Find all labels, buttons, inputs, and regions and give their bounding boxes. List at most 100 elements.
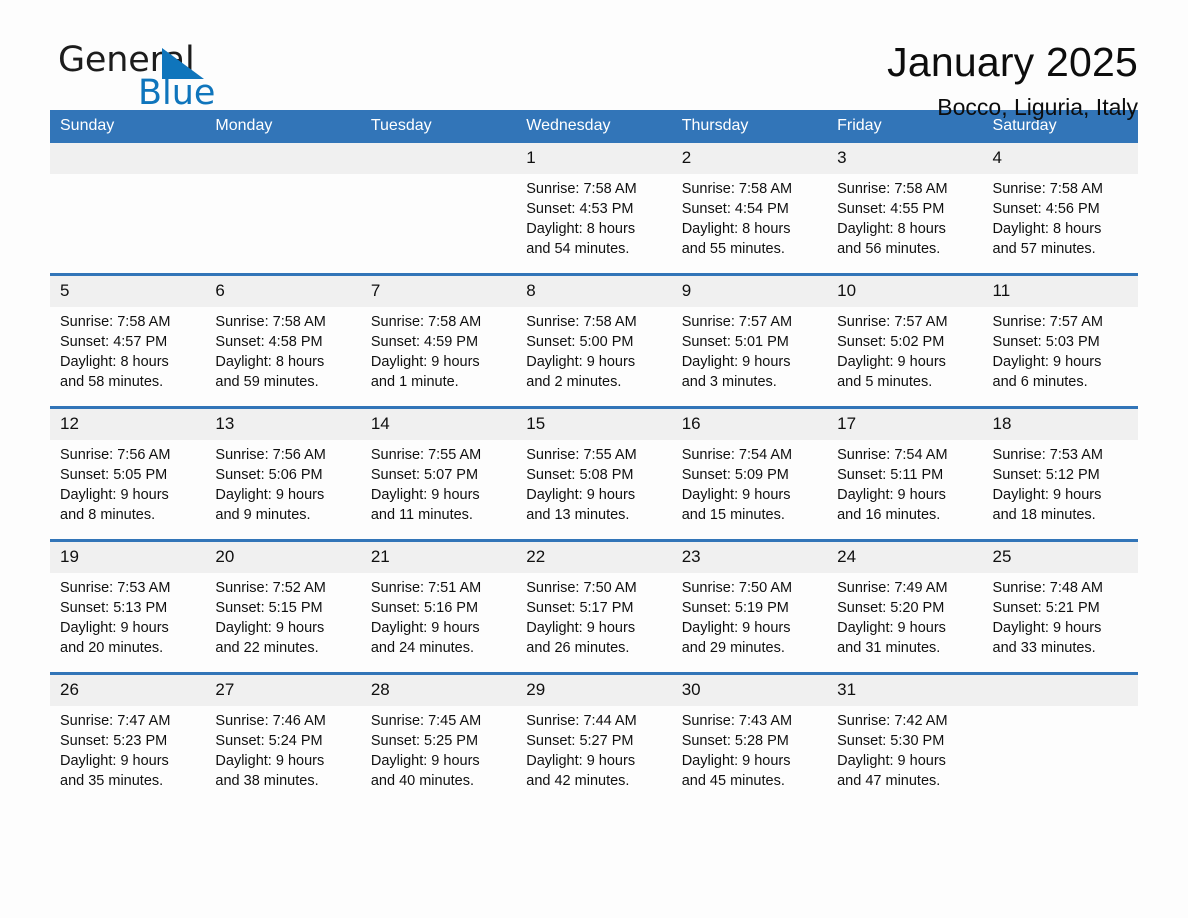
generalblue-logo[interactable]: General Blue	[58, 42, 318, 120]
calendar-day-cell[interactable]: 12 Sunrise: 7:56 AM Sunset: 5:05 PM Dayligh…	[50, 406, 206, 541]
day-detail-line: Daylight: 8 hours	[681, 221, 791, 237]
day-number: 27	[205, 675, 361, 706]
day-details: Sunrise: 7:43 AM Sunset: 5:28 PM Daylight:…	[672, 706, 827, 791]
calendar-grid: Sunday Monday Tuesday Wednesday Thursday…	[50, 110, 1138, 805]
calendar-day-cell[interactable]: 20 Sunrise: 7:52 AM Sunset: 5:15 PM Dayligh…	[205, 539, 361, 674]
day-detail-line: Sunrise: 7:57 AM	[992, 314, 1103, 330]
day-number: 13	[205, 409, 361, 440]
day-detail-line: Sunrise: 7:54 AM	[837, 447, 948, 463]
day-number: 10	[827, 276, 983, 307]
calendar-week-row: 12 Sunrise: 7:56 AM Sunset: 5:05 PM Dayligh…	[50, 406, 1138, 541]
calendar-day-cell[interactable]: 23 Sunrise: 7:50 AM Sunset: 5:19 PM Dayligh…	[671, 539, 828, 674]
day-detail-line: Sunset: 4:55 PM	[837, 201, 945, 217]
day-detail-line: Daylight: 9 hours	[370, 354, 480, 370]
day-number: 28	[360, 675, 517, 706]
day-detail-line: Daylight: 8 hours	[215, 354, 325, 370]
day-detail-line: Sunrise: 7:44 AM	[526, 713, 637, 729]
day-detail-line: and 54 minutes.	[526, 241, 630, 257]
calendar-day-cell[interactable]: 21 Sunrise: 7:51 AM Sunset: 5:16 PM Dayligh…	[360, 539, 517, 674]
day-detail-line: Sunrise: 7:47 AM	[60, 713, 171, 729]
calendar-day-cell[interactable]: 5 Sunrise: 7:58 AM Sunset: 4:57 PM Daylight…	[50, 273, 206, 408]
calendar-day-cell[interactable]: 7 Sunrise: 7:58 AM Sunset: 4:59 PM Daylight…	[360, 273, 517, 408]
day-detail-line: Sunset: 4:53 PM	[526, 201, 634, 217]
calendar-day-cell[interactable]: 16 Sunrise: 7:54 AM Sunset: 5:09 PM Dayligh…	[671, 406, 828, 541]
calendar-day-cell[interactable]: 29 Sunrise: 7:44 AM Sunset: 5:27 PM Dayligh…	[516, 672, 672, 805]
day-number: 31	[827, 675, 983, 706]
calendar-week-row: 5 Sunrise: 7:58 AM Sunset: 4:57 PM Daylight…	[50, 273, 1138, 408]
calendar-day-cell[interactable]: 13 Sunrise: 7:56 AM Sunset: 5:06 PM Dayligh…	[205, 406, 361, 541]
day-detail-line: Sunset: 5:09 PM	[681, 467, 789, 483]
calendar-day-cell[interactable]: 9 Sunrise: 7:57 AM Sunset: 5:01 PM Daylight…	[671, 273, 828, 408]
weekday-header-thursday: Thursday	[671, 110, 828, 143]
calendar-day-cell[interactable]: 19 Sunrise: 7:53 AM Sunset: 5:13 PM Dayligh…	[50, 539, 206, 674]
calendar-day-cell[interactable]: 28 Sunrise: 7:45 AM Sunset: 5:25 PM Dayligh…	[360, 672, 517, 805]
day-detail-line: and 9 minutes.	[215, 507, 311, 523]
calendar-page: General Blue January 2025 Bocco, Liguria…	[0, 0, 1188, 918]
day-detail-line: and 33 minutes.	[992, 640, 1096, 656]
day-number: 16	[671, 409, 828, 440]
day-number: 8	[516, 276, 672, 307]
day-detail-line: Sunrise: 7:45 AM	[370, 713, 482, 729]
day-number: 14	[360, 409, 517, 440]
day-detail-line: Sunset: 5:15 PM	[215, 600, 323, 616]
day-number: 17	[827, 409, 983, 440]
day-detail-line: Sunset: 5:05 PM	[60, 467, 168, 483]
calendar-day-cell[interactable]: 24 Sunrise: 7:49 AM Sunset: 5:20 PM Dayligh…	[827, 539, 983, 674]
day-detail-line: Daylight: 9 hours	[370, 487, 480, 503]
day-details: Sunrise: 7:49 AM Sunset: 5:20 PM Daylight:…	[827, 573, 982, 658]
calendar-day-cell[interactable]: 31 Sunrise: 7:42 AM Sunset: 5:30 PM Dayligh…	[827, 672, 983, 805]
calendar-day-cell[interactable]: 15 Sunrise: 7:55 AM Sunset: 5:08 PM Dayligh…	[516, 406, 672, 541]
day-detail-line: Sunset: 4:59 PM	[370, 334, 479, 350]
calendar-day-cell[interactable]: 22 Sunrise: 7:50 AM Sunset: 5:17 PM Dayligh…	[516, 539, 672, 674]
weekday-header-tuesday: Tuesday	[360, 110, 517, 143]
day-details: Sunrise: 7:54 AM Sunset: 5:11 PM Daylight:…	[827, 440, 982, 525]
calendar-empty-cell	[982, 672, 1138, 805]
calendar-day-cell[interactable]: 2 Sunrise: 7:58 AM Sunset: 4:54 PM Daylight…	[671, 143, 828, 275]
calendar-body: 1 Sunrise: 7:58 AM Sunset: 4:53 PM Daylight…	[50, 143, 1138, 805]
day-detail-line: Sunrise: 7:52 AM	[215, 580, 326, 596]
calendar-day-cell[interactable]: 27 Sunrise: 7:46 AM Sunset: 5:24 PM Dayligh…	[205, 672, 361, 805]
day-detail-line: and 31 minutes.	[837, 640, 941, 656]
day-detail-line: and 16 minutes.	[837, 507, 941, 523]
day-detail-line: Sunset: 4:57 PM	[60, 334, 168, 350]
day-detail-line: and 58 minutes.	[60, 374, 164, 390]
calendar-day-cell[interactable]: 14 Sunrise: 7:55 AM Sunset: 5:07 PM Dayligh…	[360, 406, 517, 541]
day-detail-line: Sunset: 5:16 PM	[370, 600, 479, 616]
calendar-week-row: 19 Sunrise: 7:53 AM Sunset: 5:13 PM Dayligh…	[50, 539, 1138, 674]
day-detail-line: Daylight: 9 hours	[215, 487, 325, 503]
day-details: Sunrise: 7:52 AM Sunset: 5:15 PM Daylight:…	[205, 573, 360, 658]
calendar-day-cell[interactable]: 6 Sunrise: 7:58 AM Sunset: 4:58 PM Daylight…	[205, 273, 361, 408]
day-detail-line: and 56 minutes.	[837, 241, 941, 257]
calendar-day-cell[interactable]: 26 Sunrise: 7:47 AM Sunset: 5:23 PM Dayligh…	[50, 672, 206, 805]
calendar-day-cell[interactable]: 18 Sunrise: 7:53 AM Sunset: 5:12 PM Dayligh…	[982, 406, 1138, 541]
calendar-day-cell[interactable]: 1 Sunrise: 7:58 AM Sunset: 4:53 PM Daylight…	[516, 143, 672, 275]
day-detail-line: Sunrise: 7:46 AM	[215, 713, 326, 729]
calendar-day-cell[interactable]: 11 Sunrise: 7:57 AM Sunset: 5:03 PM Dayligh…	[982, 273, 1138, 408]
calendar-week-row: 26 Sunrise: 7:47 AM Sunset: 5:23 PM Dayligh…	[50, 672, 1138, 805]
day-details: Sunrise: 7:58 AM Sunset: 4:56 PM Daylight:…	[983, 174, 1138, 259]
calendar-day-cell[interactable]: 30 Sunrise: 7:43 AM Sunset: 5:28 PM Dayligh…	[671, 672, 828, 805]
day-number: 6	[205, 276, 361, 307]
day-detail-line: Sunrise: 7:58 AM	[681, 181, 793, 197]
calendar-day-cell[interactable]: 3 Sunrise: 7:58 AM Sunset: 4:55 PM Daylight…	[827, 143, 983, 275]
day-details: Sunrise: 7:57 AM Sunset: 5:01 PM Daylight:…	[672, 307, 827, 392]
day-details: Sunrise: 7:57 AM Sunset: 5:03 PM Daylight:…	[983, 307, 1138, 392]
day-detail-line: Daylight: 9 hours	[837, 487, 946, 503]
day-detail-line: Sunset: 5:24 PM	[215, 733, 323, 749]
day-details: Sunrise: 7:44 AM Sunset: 5:27 PM Daylight:…	[516, 706, 671, 791]
day-detail-line: Daylight: 9 hours	[992, 620, 1102, 636]
day-number: 12	[50, 409, 206, 440]
day-number	[50, 143, 206, 174]
day-detail-line: Sunset: 5:27 PM	[526, 733, 634, 749]
day-details: Sunrise: 7:58 AM Sunset: 5:00 PM Daylight:…	[516, 307, 671, 392]
calendar-day-cell[interactable]: 8 Sunrise: 7:58 AM Sunset: 5:00 PM Daylight…	[516, 273, 672, 408]
calendar-day-cell[interactable]: 10 Sunrise: 7:57 AM Sunset: 5:02 PM Dayligh…	[827, 273, 983, 408]
day-detail-line: Daylight: 9 hours	[681, 620, 791, 636]
calendar-day-cell[interactable]: 4 Sunrise: 7:58 AM Sunset: 4:56 PM Daylight…	[982, 143, 1138, 275]
day-detail-line: Sunrise: 7:53 AM	[992, 447, 1103, 463]
day-number	[360, 143, 517, 174]
calendar-day-cell[interactable]: 17 Sunrise: 7:54 AM Sunset: 5:11 PM Dayligh…	[827, 406, 983, 541]
day-detail-line: and 13 minutes.	[526, 507, 630, 523]
day-detail-line: Sunset: 5:11 PM	[837, 467, 944, 483]
calendar-day-cell[interactable]: 25 Sunrise: 7:48 AM Sunset: 5:21 PM Dayligh…	[982, 539, 1138, 674]
